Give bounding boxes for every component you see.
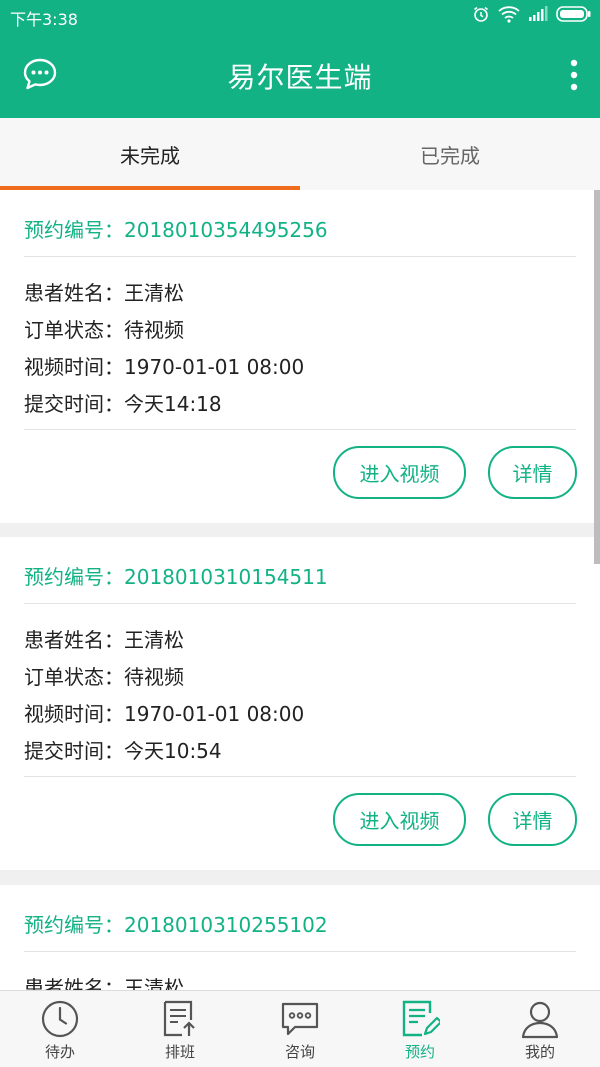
nav-label: 我的 bbox=[524, 1043, 555, 1061]
submit-time: 提交时间：今天10:54 bbox=[24, 739, 222, 763]
person-icon bbox=[521, 1001, 559, 1039]
tab-completed[interactable]: 已完成 bbox=[300, 118, 600, 190]
app-bar: 易尔医生端 bbox=[0, 32, 600, 118]
divider bbox=[24, 429, 576, 430]
nav-schedule[interactable]: 排班 bbox=[120, 991, 240, 1067]
appointment-list[interactable]: 预约编号：2018010354495256 患者姓名：王清松 订单状态：待视频 … bbox=[0, 190, 600, 990]
battery-icon bbox=[556, 6, 591, 22]
submit-time: 提交时间：今天14:18 bbox=[24, 392, 222, 416]
nav-label: 咨询 bbox=[284, 1043, 315, 1061]
appointment-card: 预约编号：2018010354495256 患者姓名：王清松 订单状态：待视频 … bbox=[0, 190, 600, 523]
status-bar: 下午3:38 bbox=[0, 0, 600, 32]
nav-label: 预约 bbox=[404, 1043, 435, 1061]
divider bbox=[24, 603, 576, 604]
nav-mine[interactable]: 我的 bbox=[480, 991, 600, 1067]
order-number: 预约编号：2018010354495256 bbox=[24, 218, 328, 242]
nav-label: 待办 bbox=[44, 1043, 75, 1061]
video-time: 视频时间：1970-01-01 08:00 bbox=[24, 355, 305, 379]
video-time: 视频时间：1970-01-01 08:00 bbox=[24, 702, 305, 726]
status-tabs: 未完成 已完成 bbox=[0, 118, 600, 190]
nav-appointment[interactable]: 预约 bbox=[360, 991, 480, 1067]
edit-document-icon bbox=[402, 1000, 440, 1037]
nav-consult[interactable]: 咨询 bbox=[240, 991, 360, 1067]
enter-video-button[interactable]: 进入视频 bbox=[333, 793, 466, 846]
nav-todo[interactable]: 待办 bbox=[0, 991, 120, 1067]
app-title: 易尔医生端 bbox=[227, 61, 373, 94]
chat-bubble-icon bbox=[281, 1002, 319, 1036]
appointment-card: 预约编号：2018010310255102 患者姓名：王清松 bbox=[0, 885, 600, 990]
clock-icon bbox=[41, 1000, 79, 1038]
enter-video-button[interactable]: 进入视频 bbox=[333, 446, 466, 499]
signal-icon bbox=[529, 6, 548, 21]
order-status: 订单状态：待视频 bbox=[24, 665, 184, 689]
detail-button[interactable]: 详情 bbox=[488, 793, 577, 846]
status-time: 下午3:38 bbox=[10, 10, 78, 29]
schedule-upload-icon bbox=[163, 1000, 195, 1037]
divider bbox=[24, 256, 576, 257]
divider bbox=[24, 951, 576, 952]
order-number: 预约编号：2018010310154511 bbox=[24, 565, 328, 589]
appointment-card: 预约编号：2018010310154511 患者姓名：王清松 订单状态：待视频 … bbox=[0, 537, 600, 870]
scrollbar[interactable] bbox=[594, 190, 600, 564]
order-number: 预约编号：2018010310255102 bbox=[24, 913, 328, 937]
patient-name: 患者姓名：王清松 bbox=[24, 976, 184, 990]
order-status: 订单状态：待视频 bbox=[24, 318, 184, 342]
tab-incomplete[interactable]: 未完成 bbox=[0, 118, 300, 190]
status-icons bbox=[472, 5, 592, 23]
patient-name: 患者姓名：王清松 bbox=[24, 281, 184, 305]
alarm-icon bbox=[474, 6, 488, 22]
divider bbox=[24, 776, 576, 777]
more-vertical-icon bbox=[570, 59, 578, 91]
more-menu-button[interactable] bbox=[568, 58, 580, 92]
detail-button[interactable]: 详情 bbox=[488, 446, 577, 499]
nav-label: 排班 bbox=[164, 1043, 195, 1061]
bottom-nav: 待办 排班 咨询 预约 我的 bbox=[0, 990, 600, 1067]
patient-name: 患者姓名：王清松 bbox=[24, 628, 184, 652]
wifi-icon bbox=[498, 6, 520, 23]
